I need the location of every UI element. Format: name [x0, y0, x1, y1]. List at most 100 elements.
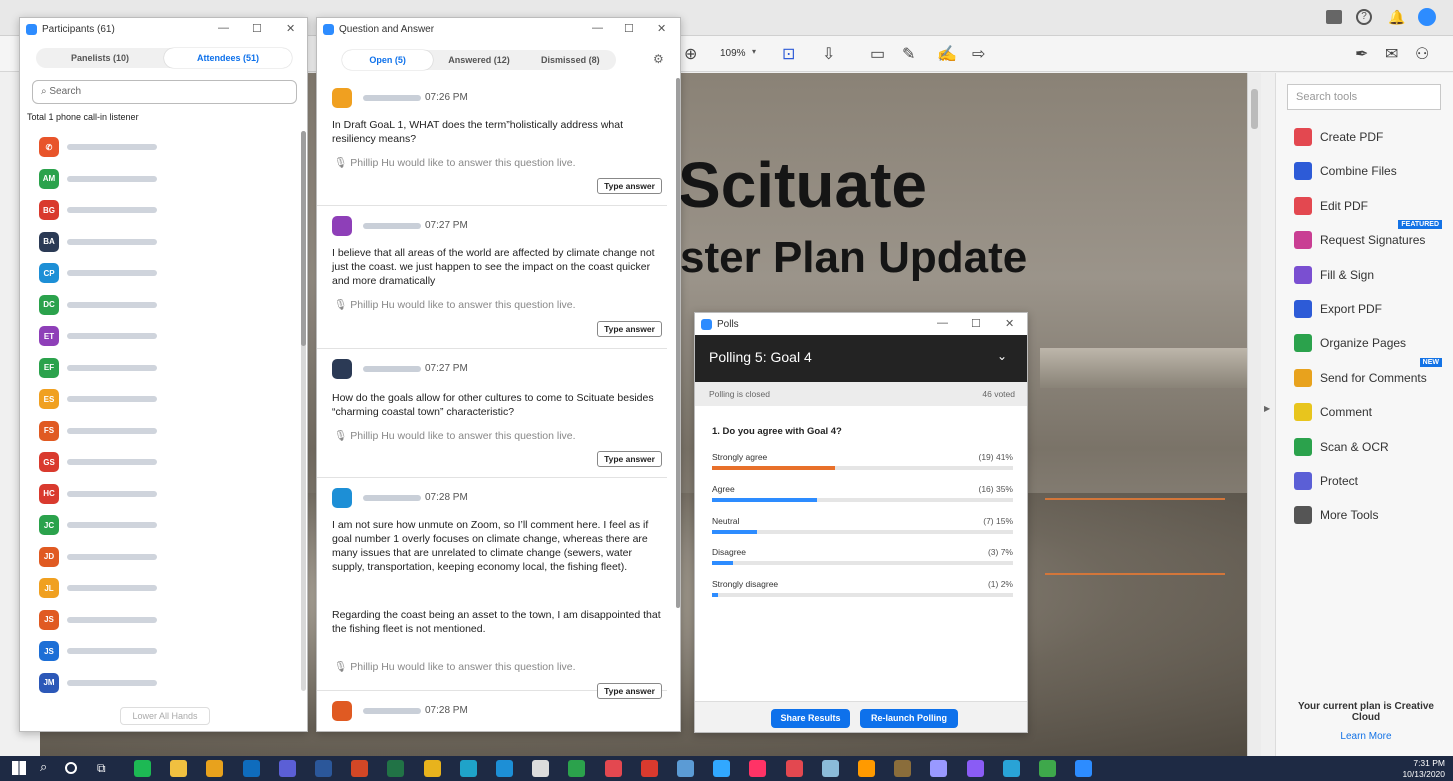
tool-edit-pdf[interactable]: Edit PDF: [1294, 194, 1453, 218]
minimize-icon[interactable]: —: [218, 22, 229, 34]
tool-create-pdf[interactable]: Create PDF: [1294, 125, 1453, 149]
indesign-icon[interactable]: [749, 760, 767, 777]
participant-row[interactable]: GS: [39, 451, 289, 473]
search-icon[interactable]: ⌕: [40, 759, 47, 775]
tools-search-input[interactable]: Search tools: [1287, 84, 1441, 110]
scroll-mode-icon[interactable]: ⇩: [822, 44, 835, 64]
tool-combine-files[interactable]: Combine Files: [1294, 159, 1453, 183]
chrome2-icon[interactable]: [1039, 760, 1056, 777]
tool-comment[interactable]: Comment: [1294, 400, 1453, 424]
bridge-icon[interactable]: [894, 760, 912, 777]
system-clock[interactable]: 7:31 PM 10/13/2020: [1402, 758, 1445, 780]
close-icon[interactable]: ✕: [1005, 317, 1014, 330]
document-scrollbar[interactable]: [1247, 73, 1261, 756]
type-answer-button[interactable]: Type answer: [597, 451, 662, 467]
tab-dismissed[interactable]: Dismissed (8): [525, 50, 616, 70]
tab-attendees[interactable]: Attendees (51): [164, 48, 292, 68]
acrobat-dc-icon[interactable]: [785, 760, 803, 777]
tab-open[interactable]: Open (5): [342, 50, 434, 70]
participant-row[interactable]: ET: [39, 325, 289, 347]
maximize-icon[interactable]: ☐: [252, 22, 262, 35]
tool-export-pdf[interactable]: Export PDF: [1294, 297, 1453, 321]
highlight-icon[interactable]: ✎: [902, 44, 915, 64]
panel-toggle-icon[interactable]: ▶: [1264, 404, 1270, 413]
excel-icon[interactable]: [387, 760, 405, 777]
edge-icon[interactable]: [459, 760, 477, 777]
participant-row[interactable]: JS: [39, 609, 289, 631]
chrome-icon[interactable]: [423, 760, 441, 777]
zoom-level[interactable]: 109%: [720, 48, 746, 59]
help-icon[interactable]: ?: [1356, 9, 1372, 25]
participant-row[interactable]: DC: [39, 294, 289, 316]
minimize-icon[interactable]: —: [592, 22, 603, 34]
minimize-icon[interactable]: —: [937, 317, 948, 329]
chat-icon[interactable]: [1326, 10, 1342, 24]
fit-page-icon[interactable]: ⊡: [782, 44, 795, 64]
word-icon[interactable]: [315, 760, 332, 777]
media-encoder-icon[interactable]: [966, 760, 984, 777]
tool-icon[interactable]: [677, 760, 694, 777]
people-icon[interactable]: [206, 760, 224, 777]
illustrator-icon[interactable]: [858, 760, 875, 777]
tool-organize-pages[interactable]: Organize Pages: [1294, 331, 1453, 355]
close-icon[interactable]: ✕: [286, 22, 295, 35]
tool-scan-ocr[interactable]: Scan & OCR: [1294, 435, 1453, 459]
tab-panelists[interactable]: Panelists (10): [36, 48, 164, 68]
zoom-icon[interactable]: [1075, 760, 1093, 777]
acrobat-reader-icon[interactable]: [604, 760, 622, 777]
chevron-down-icon[interactable]: ▾: [752, 47, 756, 56]
mail-icon[interactable]: ✉: [1385, 44, 1398, 64]
poll-selector[interactable]: Polling 5: Goal 4 ⌄: [695, 335, 1027, 382]
learn-more-link[interactable]: Learn More: [1286, 731, 1446, 742]
type-answer-button[interactable]: Type answer: [597, 321, 662, 337]
participant-row[interactable]: BG: [39, 199, 289, 221]
task-view-icon[interactable]: ⧉: [97, 761, 106, 776]
maximize-icon[interactable]: ☐: [624, 22, 634, 35]
avatar[interactable]: [1418, 8, 1436, 26]
tool-request-signatures[interactable]: Request Signatures FEATURED: [1294, 220, 1453, 252]
relaunch-polling-button[interactable]: Re-launch Polling: [860, 709, 958, 728]
app2-icon[interactable]: [1002, 760, 1020, 777]
participant-row[interactable]: ES: [39, 388, 289, 410]
cortana-icon[interactable]: [65, 762, 77, 774]
teams-icon[interactable]: [278, 760, 296, 777]
participant-row[interactable]: JC: [39, 514, 289, 536]
powerpoint-icon[interactable]: [351, 760, 369, 777]
participants-scroll-thumb[interactable]: [301, 131, 306, 346]
tool-send-comments[interactable]: Send for Comments NEW: [1294, 357, 1453, 390]
share-results-button[interactable]: Share Results: [771, 709, 850, 728]
notepad-icon[interactable]: [532, 760, 550, 777]
acrobat-icon[interactable]: [640, 760, 658, 777]
participant-row[interactable]: CP: [39, 262, 289, 284]
share-icon[interactable]: ⇨: [972, 44, 985, 64]
comment-icon[interactable]: ▭: [870, 44, 885, 64]
bell-icon[interactable]: 🔔: [1388, 9, 1405, 26]
windows-start-icon[interactable]: [12, 761, 26, 775]
chevron-down-icon[interactable]: ⌄: [997, 349, 1007, 363]
qa-scrollbar[interactable]: [676, 78, 680, 608]
participant-row[interactable]: HC: [39, 483, 289, 505]
tool-fill-sign[interactable]: Fill & Sign: [1294, 263, 1453, 287]
tab-answered[interactable]: Answered (12): [433, 50, 524, 70]
participant-row[interactable]: JL: [39, 577, 289, 599]
participant-row[interactable]: BA: [39, 231, 289, 253]
sign-icon[interactable]: ✍: [937, 44, 957, 64]
participant-row[interactable]: JM: [39, 672, 289, 694]
tool-protect[interactable]: Protect: [1294, 469, 1453, 493]
gear-icon[interactable]: ⚙: [653, 52, 664, 66]
participant-row[interactable]: FS: [39, 420, 289, 442]
outlook-icon[interactable]: [242, 760, 260, 777]
search-input[interactable]: ⌕ Search: [32, 80, 297, 104]
participant-row[interactable]: JD: [39, 546, 289, 568]
spotify-icon[interactable]: [134, 760, 151, 777]
signature-icon[interactable]: ✒: [1355, 44, 1368, 64]
participant-row[interactable]: EF: [39, 357, 289, 379]
participant-row[interactable]: JS: [39, 640, 289, 662]
participant-row[interactable]: AM: [39, 168, 289, 190]
aftereffects-icon[interactable]: [930, 760, 948, 777]
type-answer-button[interactable]: Type answer: [597, 178, 662, 194]
tool-more-tools[interactable]: More Tools: [1294, 503, 1453, 527]
maps-icon[interactable]: [568, 760, 586, 777]
app-icon[interactable]: [821, 760, 839, 777]
add-user-icon[interactable]: ⚇: [1415, 44, 1429, 64]
